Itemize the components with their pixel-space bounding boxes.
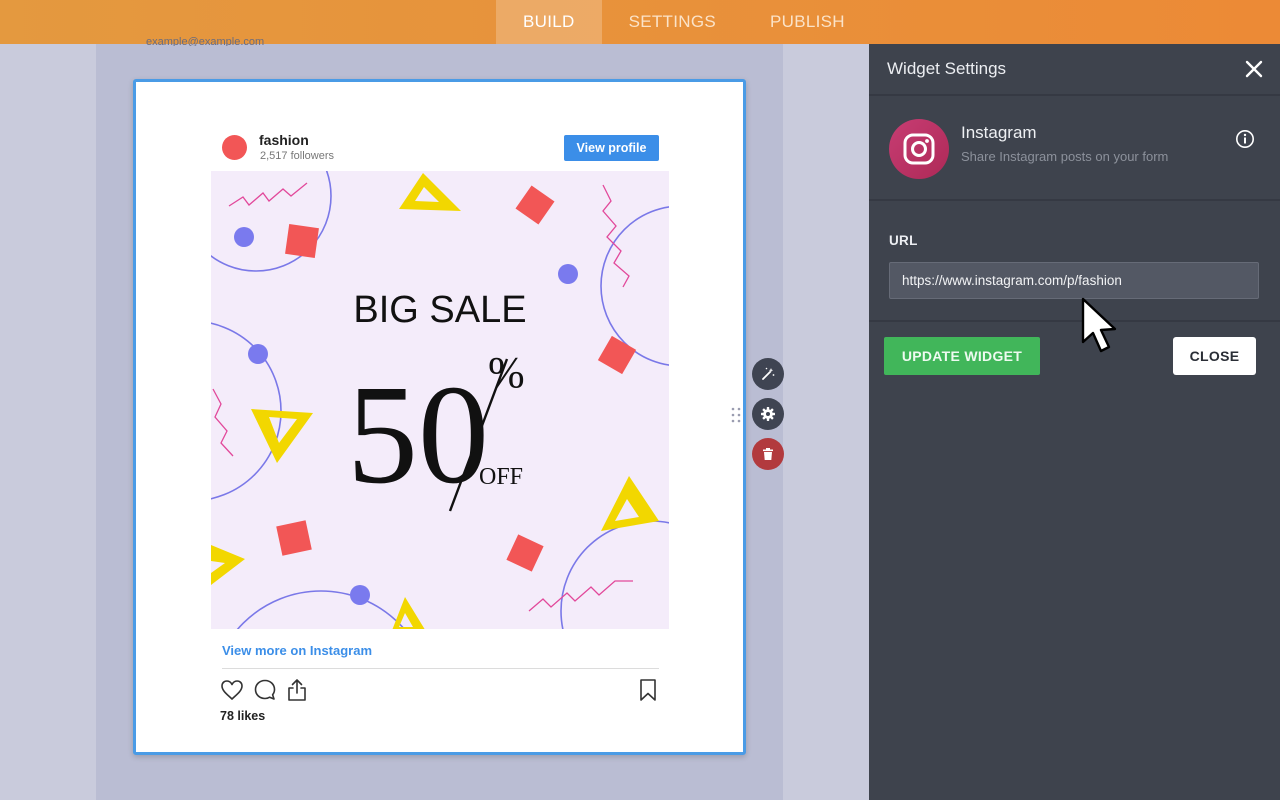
settings-button[interactable] — [752, 398, 784, 430]
heart-icon[interactable] — [219, 677, 245, 703]
instagram-logo — [889, 119, 949, 179]
widget-name: Instagram — [961, 123, 1037, 142]
avatar — [222, 135, 247, 160]
view-profile-button[interactable]: View profile — [564, 135, 659, 161]
decor-circle — [560, 520, 669, 629]
decor-triangle — [251, 409, 313, 463]
decor-triangle — [399, 173, 461, 211]
comment-icon[interactable] — [252, 677, 278, 703]
decor-dot — [248, 344, 268, 364]
update-widget-button[interactable]: UPDATE WIDGET — [884, 337, 1040, 375]
drag-handle-icon[interactable] — [731, 407, 741, 427]
url-label: URL — [889, 233, 918, 248]
wand-button[interactable] — [752, 358, 784, 390]
decor-dot — [234, 227, 254, 247]
close-icon[interactable] — [1243, 58, 1265, 80]
sale-headline: BIG SALE — [353, 289, 526, 331]
tab-build[interactable]: BUILD — [496, 0, 602, 44]
decor-square — [597, 335, 637, 375]
decor-zigzag — [528, 580, 633, 612]
sale-graphic: BIG SALE 50 % OFF — [211, 171, 669, 629]
wand-icon — [762, 367, 775, 380]
decor-square — [506, 534, 544, 572]
sale-percent-sign: % — [488, 348, 525, 397]
decor-zigzag — [602, 184, 630, 288]
panel-title: Widget Settings — [887, 59, 1007, 78]
trash-icon — [763, 448, 773, 460]
delete-button[interactable] — [752, 438, 784, 470]
bookmark-icon[interactable] — [635, 677, 661, 703]
divider — [869, 320, 1280, 322]
share-icon[interactable] — [284, 677, 310, 703]
close-button[interactable]: CLOSE — [1173, 337, 1256, 375]
decor-square — [515, 185, 555, 225]
tab-settings[interactable]: SETTINGS — [602, 0, 743, 44]
tab-publish[interactable]: PUBLISH — [743, 0, 872, 44]
decor-zigzag — [228, 182, 308, 207]
instagram-widget-card[interactable]: fashion 2,517 followers View profile BIG… — [133, 79, 746, 755]
url-input[interactable] — [889, 262, 1259, 299]
decor-triangle — [211, 545, 245, 585]
main-nav: BUILD SETTINGS PUBLISH — [496, 0, 872, 44]
view-more-link[interactable]: View more on Instagram — [222, 643, 372, 658]
instagram-icon — [903, 133, 935, 165]
decor-triangle — [601, 476, 659, 531]
widget-settings-panel: Widget Settings Instagram Share Instagra… — [869, 44, 1280, 800]
post-image: BIG SALE 50 % OFF — [211, 171, 669, 629]
info-icon[interactable] — [1235, 129, 1255, 149]
decor-dot — [558, 264, 578, 284]
sale-off: OFF — [479, 464, 523, 490]
decor-zigzag — [212, 388, 234, 457]
divider — [869, 94, 1280, 96]
profile-username: fashion — [259, 132, 309, 148]
decor-square — [276, 520, 312, 556]
like-count: 78 likes — [220, 709, 266, 723]
cut-off-text: example@example.com — [146, 36, 265, 46]
sale-percentage: 50 — [347, 355, 489, 513]
decor-dot — [350, 585, 370, 605]
widget-description: Share Instagram posts on your form — [961, 149, 1169, 164]
gear-icon — [761, 407, 775, 421]
decor-triangle — [392, 597, 425, 629]
divider — [869, 199, 1280, 201]
divider — [222, 668, 659, 669]
decor-square — [285, 224, 319, 258]
follower-count: 2,517 followers — [260, 150, 334, 162]
mouse-cursor-icon — [1081, 297, 1117, 353]
